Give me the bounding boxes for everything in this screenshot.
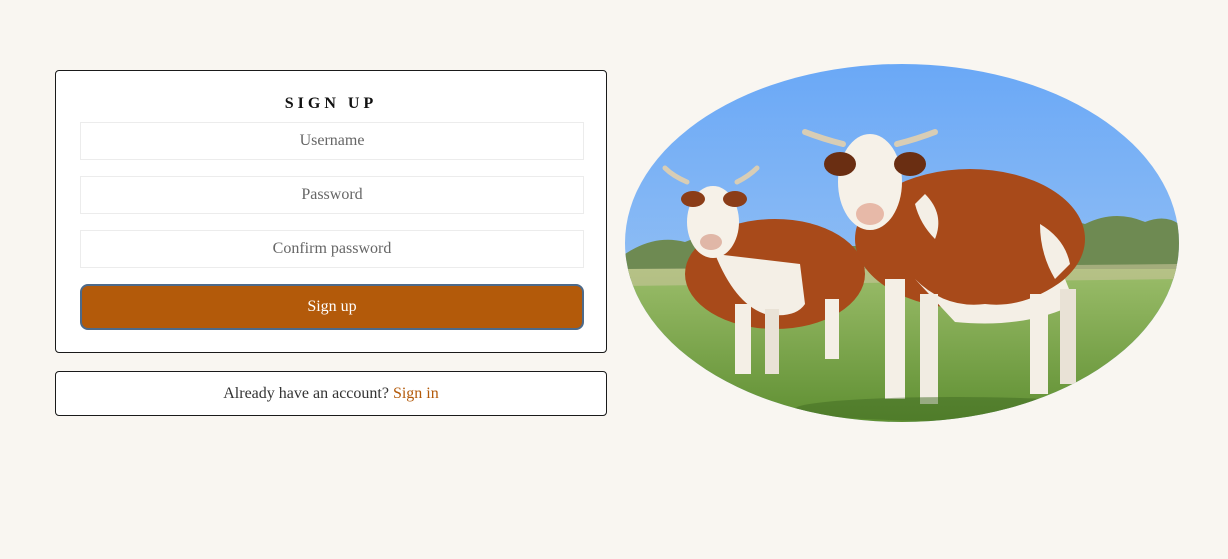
username-field[interactable] <box>80 122 584 160</box>
signup-card: SIGN UP Sign up <box>55 70 607 353</box>
signup-title: SIGN UP <box>284 95 378 112</box>
password-field[interactable] <box>80 176 584 214</box>
signin-link[interactable]: Sign in <box>393 385 439 402</box>
signup-button[interactable]: Sign up <box>80 284 584 330</box>
confirm-password-field[interactable] <box>80 230 584 268</box>
cows-in-pasture-image <box>625 64 1179 422</box>
signin-card: Already have an account? Sign in <box>55 371 607 416</box>
signin-prompt: Already have an account? <box>223 385 389 402</box>
